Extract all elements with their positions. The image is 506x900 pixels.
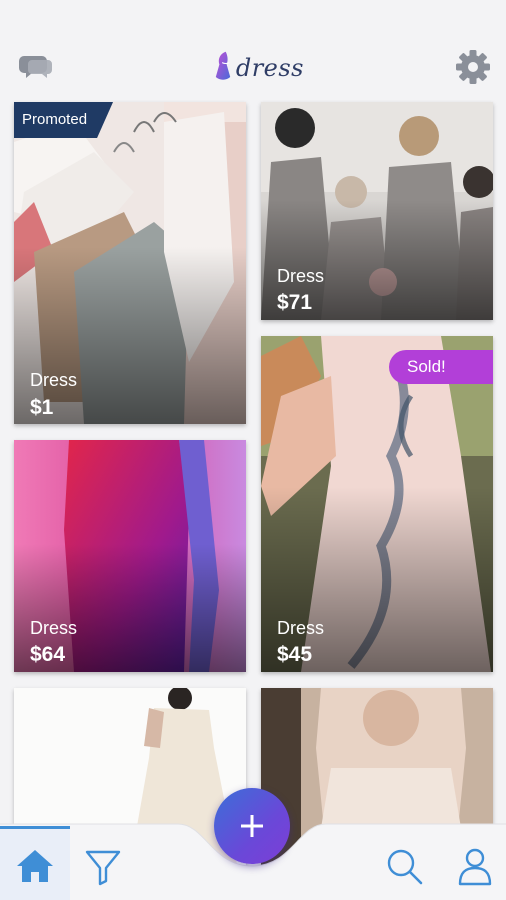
listing-price: $45 [277,643,313,666]
filter-icon[interactable] [84,848,122,886]
gear-icon [456,50,490,84]
listing-card[interactable]: Sold! Dress $45 [261,336,493,672]
active-indicator [0,826,70,829]
listing-price: $64 [30,643,66,666]
chat-bubbles-icon [19,56,52,78]
listing-name: Dress [277,618,325,638]
listing-price: $71 [277,291,313,314]
dress-logo-icon [215,51,231,80]
app-header: dress [0,0,506,100]
listing-price: $1 [30,396,54,419]
plus-icon [241,815,263,837]
sold-badge: Sold! [389,350,493,384]
add-listing-button[interactable] [214,788,290,864]
listing-name: Dress [277,266,325,286]
listing-name: Dress [30,618,78,638]
bottom-nav [0,788,506,900]
app-logo: dress [214,44,304,92]
logo-text: dress [235,54,304,82]
search-icon[interactable] [384,846,424,886]
listing-card[interactable]: Dress $71 [261,102,493,320]
settings-button[interactable] [454,48,492,86]
messages-button[interactable] [18,50,54,84]
user-icon[interactable] [456,846,494,886]
promoted-badge: Promoted [14,102,113,138]
listing-card[interactable]: Dress $64 [14,440,246,672]
listing-name: Dress [30,370,78,390]
nav-home[interactable] [0,826,70,900]
listing-card[interactable]: Promoted Dress $1 [14,102,246,424]
home-icon [17,850,53,882]
listings-grid: Promoted Dress $1 Dress $71 Dress $64 So… [0,100,506,900]
